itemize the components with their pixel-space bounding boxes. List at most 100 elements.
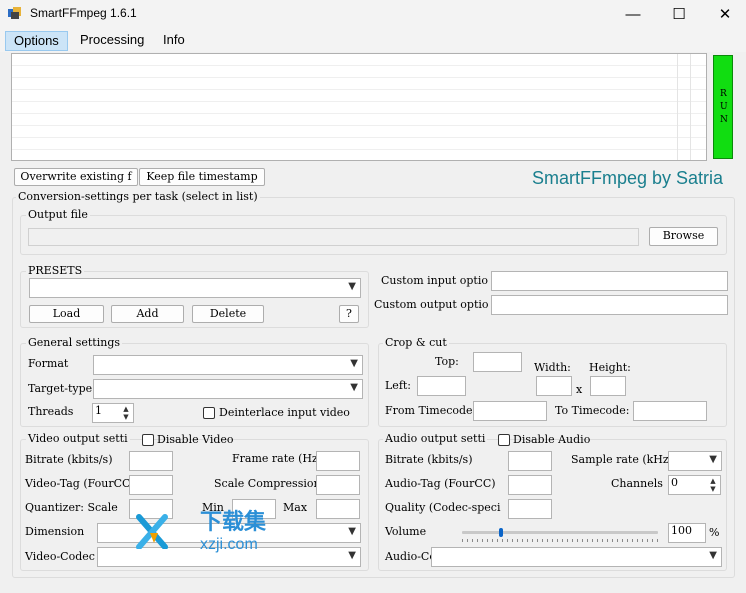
custom-input-label: Custom input optio: [381, 274, 488, 287]
quantizer-max-field[interactable]: [316, 499, 360, 519]
chevron-down-icon: ▼: [350, 382, 358, 393]
volume-slider[interactable]: [462, 523, 658, 545]
menu-options[interactable]: Options: [5, 31, 68, 51]
output-file-input[interactable]: [28, 228, 639, 246]
conversion-settings-legend: Conversion-settings per task (select in …: [16, 190, 260, 203]
video-bitrate-label: Bitrate (kbits/s): [25, 453, 113, 466]
chevron-down-icon: ▼: [348, 526, 356, 537]
preset-help-button[interactable]: ?: [339, 305, 359, 323]
preset-delete-button[interactable]: Delete: [192, 305, 264, 323]
disable-audio-label: Disable Audio: [513, 433, 591, 446]
spin-down-icon[interactable]: ▼: [120, 413, 132, 421]
menu-processing[interactable]: Processing: [72, 31, 152, 51]
threads-label: Threads: [28, 405, 74, 418]
threads-spinner[interactable]: 1 ▲ ▼: [92, 403, 134, 423]
format-select[interactable]: ▼: [93, 355, 363, 375]
quality-label: Quality (Codec-speci: [385, 501, 501, 514]
brand-label: SmartFFmpeg by Satria: [532, 168, 724, 188]
to-timecode-label: To Timecode:: [555, 404, 630, 417]
preset-add-button[interactable]: Add: [111, 305, 184, 323]
crop-top-field[interactable]: [473, 352, 522, 372]
custom-input-field[interactable]: [491, 271, 728, 291]
maximize-button[interactable]: ☐: [656, 0, 702, 28]
app-icon: [8, 7, 22, 19]
chevron-down-icon: ▼: [709, 550, 717, 561]
frame-rate-field[interactable]: [316, 451, 360, 471]
volume-ticks: [462, 539, 658, 542]
chevron-down-icon: ▼: [350, 358, 358, 369]
disable-audio-checkbox[interactable]: [498, 434, 510, 446]
crop-height-label: Height:: [589, 361, 631, 374]
deinterlace-checkbox[interactable]: [203, 407, 215, 419]
custom-output-field[interactable]: [491, 295, 728, 315]
dimension-label: Dimension: [25, 525, 85, 538]
audio-tag-label: Audio-Tag (FourCC): [385, 477, 496, 490]
video-tag-field[interactable]: [129, 475, 173, 495]
video-tag-label: Video-Tag (FourCC): [25, 477, 135, 490]
crop-height-field[interactable]: [590, 376, 626, 396]
video-codec-label: Video-Codec: [25, 550, 95, 563]
volume-label: Volume: [385, 525, 427, 538]
sample-rate-label: Sample rate (kHz: [571, 453, 669, 466]
channels-label: Channels: [611, 477, 663, 490]
run-button[interactable]: RUN: [713, 55, 733, 159]
volume-field[interactable]: 100: [668, 523, 706, 543]
watermark-text-url: xzji.com: [200, 536, 258, 553]
video-bitrate-field[interactable]: [129, 451, 173, 471]
overwrite-existing-button[interactable]: Overwrite existing f: [14, 168, 138, 186]
watermark-text-cn: 下载集: [200, 510, 267, 535]
custom-output-label: Custom output optio: [374, 298, 489, 311]
target-type-select[interactable]: ▼: [93, 379, 363, 399]
crop-left-field[interactable]: [417, 376, 466, 396]
chevron-down-icon: ▼: [709, 454, 717, 465]
video-output-legend: Video output setti: [26, 432, 130, 445]
scale-compression-label: Scale Compression: [214, 477, 321, 490]
browse-button[interactable]: Browse: [649, 227, 718, 246]
volume-unit-label: %: [709, 526, 720, 539]
chevron-down-icon: ▼: [348, 281, 356, 292]
disable-video-checkbox[interactable]: [142, 434, 154, 446]
crop-left-label: Left:: [385, 379, 412, 392]
target-type-label: Target-type: [28, 382, 93, 395]
quantizer-scale-label: Quantizer: Scale: [25, 501, 118, 514]
chevron-down-icon: ▼: [348, 550, 356, 561]
title-bar: SmartFFmpeg 1.6.1 — ☐ ✕: [0, 0, 746, 28]
menu-info[interactable]: Info: [155, 31, 193, 51]
audio-tag-field[interactable]: [508, 475, 552, 495]
task-list[interactable]: [11, 53, 707, 161]
spin-up-icon[interactable]: ▲: [120, 405, 132, 413]
to-timecode-field[interactable]: [633, 401, 707, 421]
scale-compression-field[interactable]: [316, 475, 360, 495]
volume-thumb[interactable]: [499, 528, 503, 537]
crop-width-label: Width:: [534, 361, 571, 374]
watermark-logo-icon: [136, 513, 168, 550]
crop-x-label: x: [576, 383, 583, 396]
minimize-button[interactable]: —: [610, 0, 656, 28]
presets-select[interactable]: ▼: [29, 278, 361, 298]
audio-output-legend: Audio output setti: [383, 432, 488, 445]
run-label: RUN: [720, 89, 728, 125]
deinterlace-label: Deinterlace input video: [219, 406, 350, 419]
format-label: Format: [28, 357, 69, 370]
general-settings-legend: General settings: [26, 336, 123, 349]
audio-codec-select[interactable]: ▼: [431, 547, 722, 567]
window-title: SmartFFmpeg 1.6.1: [30, 6, 137, 20]
spin-up-icon[interactable]: ▲: [707, 477, 719, 485]
spin-down-icon[interactable]: ▼: [707, 485, 719, 493]
audio-bitrate-field[interactable]: [508, 451, 552, 471]
from-timecode-field[interactable]: [473, 401, 547, 421]
channels-value: 0: [671, 476, 678, 489]
channels-spinner[interactable]: 0 ▲ ▼: [668, 475, 721, 495]
preset-load-button[interactable]: Load: [29, 305, 104, 323]
quantizer-max-label: Max: [283, 501, 308, 514]
disable-video-label: Disable Video: [157, 433, 234, 446]
output-file-legend: Output file: [26, 208, 90, 221]
quality-field[interactable]: [508, 499, 552, 519]
volume-track: [462, 531, 658, 534]
presets-legend: PRESETS: [26, 264, 85, 277]
keep-timestamp-button[interactable]: Keep file timestamp: [139, 168, 265, 186]
crop-width-field[interactable]: [536, 376, 572, 396]
close-button[interactable]: ✕: [702, 0, 746, 28]
from-timecode-label: From Timecode:: [385, 404, 477, 417]
sample-rate-select[interactable]: ▼: [668, 451, 722, 471]
